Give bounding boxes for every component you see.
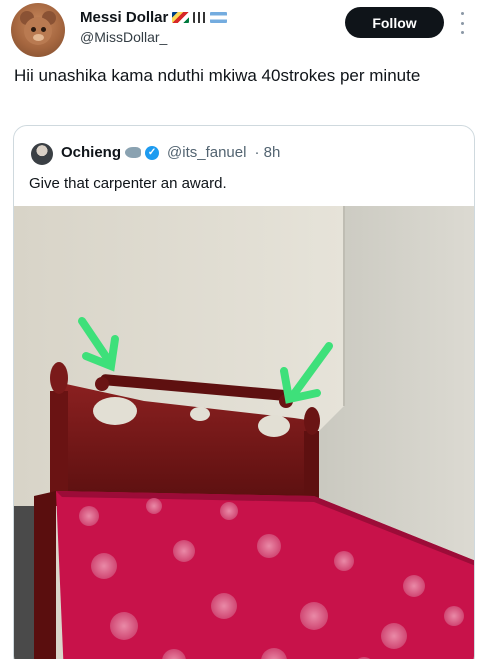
- quoted-handle: @its_fanuel: [167, 144, 247, 161]
- follow-button[interactable]: Follow: [345, 7, 444, 38]
- quoted-display-name: Ochieng: [61, 144, 122, 161]
- bars-icon: [193, 12, 207, 23]
- quoted-text: Give that carpenter an award.: [29, 175, 227, 192]
- more-options-icon[interactable]: [458, 12, 466, 34]
- tweet-header: Messi Dollar @MissDollar_ Follow: [0, 0, 484, 57]
- quoted-time: · 8h: [254, 144, 281, 161]
- shark-icon: [125, 147, 142, 158]
- bear-avatar-icon[interactable]: [11, 3, 65, 57]
- author-name-row[interactable]: Messi Dollar: [80, 9, 228, 26]
- verified-icon: ✓: [145, 145, 160, 160]
- quoted-tweet[interactable]: Ochieng ✓ @its_fanuel · 8h Give that car…: [13, 125, 475, 659]
- argentina-flag-icon: [210, 12, 228, 23]
- quoted-avatar[interactable]: [31, 143, 53, 165]
- author-handle[interactable]: @MissDollar_: [80, 29, 167, 45]
- seychelles-flag-icon: [172, 12, 190, 23]
- bed-photo[interactable]: [14, 206, 475, 659]
- tweet-text: Hii unashika kama nduthi mkiwa 40strokes…: [14, 66, 421, 85]
- author-display-name[interactable]: Messi Dollar: [80, 9, 168, 26]
- quoted-author-row: Ochieng ✓ @its_fanuel · 8h: [61, 144, 280, 161]
